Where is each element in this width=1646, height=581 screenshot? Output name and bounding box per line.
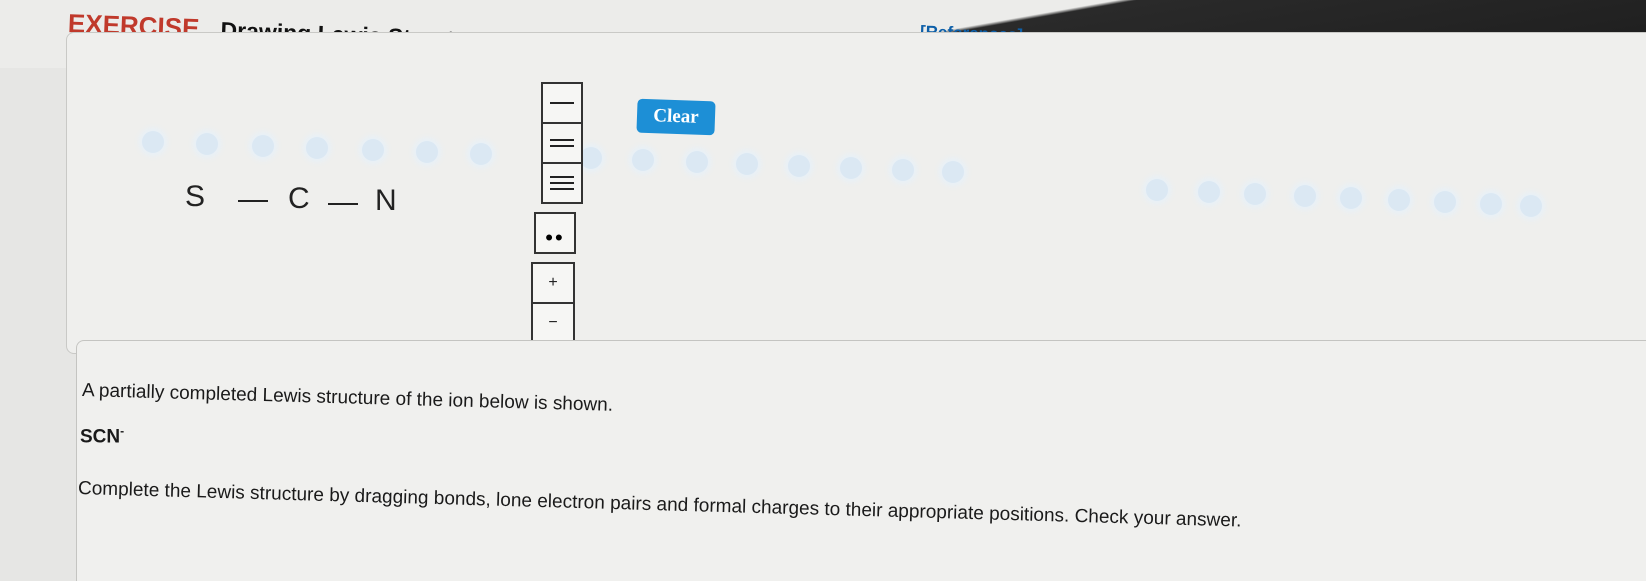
drop-target-dot <box>1294 185 1316 207</box>
drop-target-dot <box>416 141 438 163</box>
drop-target-dot <box>1340 187 1362 209</box>
drop-target-dot <box>1244 183 1266 205</box>
drop-target-dot <box>788 155 810 177</box>
drop-target-dot <box>840 157 862 179</box>
drop-target-dot <box>1434 191 1456 213</box>
single-bond[interactable] <box>328 203 358 205</box>
drop-target-dot <box>580 147 602 169</box>
positive-charge-tool[interactable]: + <box>533 264 573 304</box>
lone-pair-tool[interactable]: •• <box>536 214 574 252</box>
drop-target-dot <box>1388 189 1410 211</box>
atom-carbon[interactable]: C <box>288 182 310 216</box>
drop-target-dot <box>892 159 914 181</box>
drop-target-dot <box>470 143 492 165</box>
drop-target-dot <box>196 133 218 155</box>
triple-bond-icon <box>550 174 574 192</box>
drop-target-dot <box>142 131 164 153</box>
bond-line <box>550 102 574 104</box>
drop-target-dot <box>632 149 654 171</box>
double-bond-icon <box>550 137 574 149</box>
drop-target-dot <box>1198 181 1220 203</box>
ion-charge: - <box>120 424 125 438</box>
drop-target-dot <box>362 139 384 161</box>
drop-target-dot <box>1146 179 1168 201</box>
atom-sulfur[interactable]: S <box>185 180 205 214</box>
drop-target-dot <box>1520 195 1542 217</box>
single-bond[interactable] <box>238 200 268 202</box>
atom-nitrogen[interactable]: N <box>375 184 397 218</box>
drop-target-dot <box>252 135 274 157</box>
bond-toolbox <box>541 82 583 204</box>
clear-button[interactable]: Clear <box>636 98 716 136</box>
drop-target-dot <box>686 151 708 173</box>
ion-formula-text: SCN <box>80 426 121 448</box>
ion-formula: SCN- <box>80 424 124 448</box>
question-panel <box>76 340 1646 581</box>
drop-target-dot <box>736 153 758 175</box>
drop-target-dot <box>306 137 328 159</box>
double-bond-tool[interactable] <box>543 124 581 164</box>
drop-target-dot <box>1480 193 1502 215</box>
plus-icon: + <box>548 274 558 291</box>
negative-charge-tool[interactable]: − <box>533 304 573 342</box>
drop-target-dot <box>942 161 964 183</box>
triple-bond-tool[interactable] <box>543 164 581 202</box>
single-bond-tool[interactable] <box>543 84 581 124</box>
lone-pair-icon: •• <box>545 225 565 250</box>
minus-icon: − <box>548 314 558 331</box>
charge-toolbox: + − <box>531 262 575 344</box>
lone-pair-toolbox: •• <box>534 212 576 254</box>
